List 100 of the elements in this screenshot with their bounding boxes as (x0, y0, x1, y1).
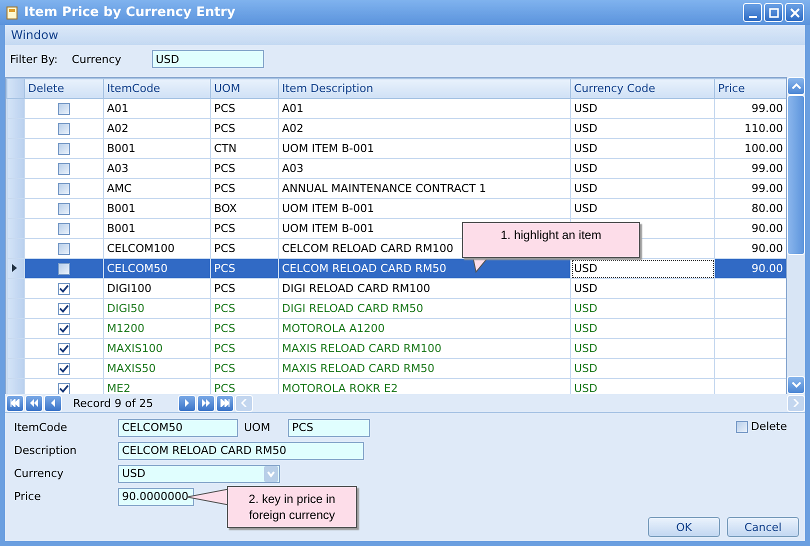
delete-checkbox[interactable] (58, 322, 70, 335)
last-record-button[interactable] (216, 394, 234, 412)
close-button[interactable] (785, 3, 804, 22)
table-cell: CELCOM RELOAD CARD RM50 (278, 258, 570, 278)
table-cell: PCS (210, 258, 278, 278)
column-header[interactable]: UOM (210, 78, 278, 98)
previous-record-button[interactable] (44, 394, 62, 412)
table-cell: USD (570, 258, 714, 278)
uom-label: UOM (244, 421, 272, 434)
table-cell: M1200 (104, 318, 210, 338)
table-cell: DIGI RELOAD CARD RM50 (278, 298, 570, 318)
maximize-icon (768, 8, 778, 18)
column-header[interactable]: Currency Code (570, 78, 714, 98)
delete-checkbox[interactable] (58, 162, 70, 175)
delete-checkbox[interactable] (58, 362, 70, 375)
scroll-thumb[interactable] (787, 95, 805, 255)
table-cell: B001 (104, 138, 210, 158)
document-icon (6, 6, 18, 20)
table-cell: USD (570, 318, 714, 338)
table-cell: PCS (210, 338, 278, 358)
row-indicator[interactable] (6, 258, 24, 278)
last-icon (220, 399, 230, 407)
table-cell: PCS (210, 158, 278, 178)
dropdown-icon (264, 466, 278, 482)
table-cell: USD (570, 198, 714, 218)
current-row-icon (12, 264, 17, 272)
table-cell: DIGI RELOAD CARD RM100 (278, 278, 570, 298)
uom-field[interactable]: PCS (288, 418, 370, 436)
delete-checkbox[interactable] (58, 382, 70, 394)
item-code-field[interactable]: CELCOM50 (118, 418, 238, 436)
right-icon (793, 399, 799, 407)
price-label: Price (14, 490, 42, 503)
minimize-icon (748, 16, 756, 18)
vertical-scrollbar[interactable] (787, 77, 805, 394)
table-cell: USD (570, 298, 714, 318)
table-cell: BOX (210, 198, 278, 218)
table-cell: 90.00 (714, 258, 786, 278)
double-left-icon (29, 399, 39, 407)
table-cell: B001 (104, 198, 210, 218)
description-field[interactable]: CELCOM RELOAD CARD RM50 (118, 442, 364, 460)
delete-checkbox[interactable] (58, 242, 70, 255)
table-cell: PCS (210, 318, 278, 338)
table-cell: PCS (210, 218, 278, 238)
table-cell: USD (570, 158, 714, 178)
currency-label: Currency (72, 52, 122, 66)
table-cell: A03 (278, 158, 570, 178)
filter-label: Filter By: (10, 52, 58, 66)
table-cell: CTN (210, 138, 278, 158)
scroll-down-button[interactable] (787, 376, 805, 394)
table-cell: MAXIS50 (104, 358, 210, 378)
menu-item[interactable]: Window (11, 28, 58, 42)
table-cell: CELCOM50 (104, 258, 210, 278)
delete-checkbox[interactable] (58, 222, 70, 235)
first-record-button[interactable] (6, 394, 24, 412)
table-cell: A01 (278, 98, 570, 118)
delete-checkbox[interactable] (58, 302, 70, 315)
table-cell: USD (570, 278, 714, 298)
left-icon (50, 399, 56, 407)
table-cell: PCS (210, 178, 278, 198)
delete-checkbox[interactable] (58, 122, 70, 135)
delete-checkbox[interactable] (58, 182, 70, 195)
delete-checkbox[interactable] (58, 202, 70, 215)
maximize-button[interactable] (764, 3, 783, 22)
delete-checkbox[interactable] (58, 262, 70, 275)
close-icon (790, 8, 800, 18)
column-header[interactable]: Price (714, 78, 786, 98)
table-cell: MAXIS RELOAD CARD RM50 (278, 358, 570, 378)
delete-checkbox[interactable] (58, 102, 70, 115)
window-title: Item Price by Currency Entry (24, 5, 236, 20)
delete-checkbox[interactable] (58, 142, 70, 155)
table-cell: A01 (104, 98, 210, 118)
previous-page-button[interactable] (25, 394, 43, 412)
record-counter: Record 9 of 25 (72, 396, 154, 410)
table-cell: MAXIS100 (104, 338, 210, 358)
table-cell: MAXIS RELOAD CARD RM100 (278, 338, 570, 358)
table-cell: USD (570, 358, 714, 378)
column-header[interactable]: Item Description (278, 78, 570, 98)
scroll-up-button[interactable] (787, 77, 805, 95)
table-cell: PCS (210, 298, 278, 318)
table-cell: A03 (104, 158, 210, 178)
column-header[interactable]: ItemCode (104, 78, 210, 98)
first-icon (10, 399, 20, 407)
table-cell: USD (570, 118, 714, 138)
currency-filter-field[interactable]: USD (152, 50, 264, 68)
currency-dropdown[interactable]: USD (118, 464, 280, 482)
item-code-label: ItemCode (14, 421, 68, 434)
minimize-button[interactable] (743, 3, 762, 22)
next-page-button[interactable] (197, 394, 215, 412)
delete-checkbox[interactable] (58, 342, 70, 355)
table-cell: USD (570, 178, 714, 198)
column-header[interactable]: Delete (24, 78, 104, 98)
scroll-right-button[interactable] (787, 394, 805, 412)
table-cell: PCS (210, 98, 278, 118)
next-record-button[interactable] (178, 394, 196, 412)
cancel-button[interactable]: Cancel (727, 517, 799, 537)
price-field[interactable]: 90.0000000 (118, 488, 194, 506)
delete-label: Delete (750, 420, 787, 433)
delete-checkbox[interactable] (736, 420, 748, 432)
delete-checkbox[interactable] (58, 282, 70, 295)
ok-button[interactable]: OK (648, 517, 720, 537)
